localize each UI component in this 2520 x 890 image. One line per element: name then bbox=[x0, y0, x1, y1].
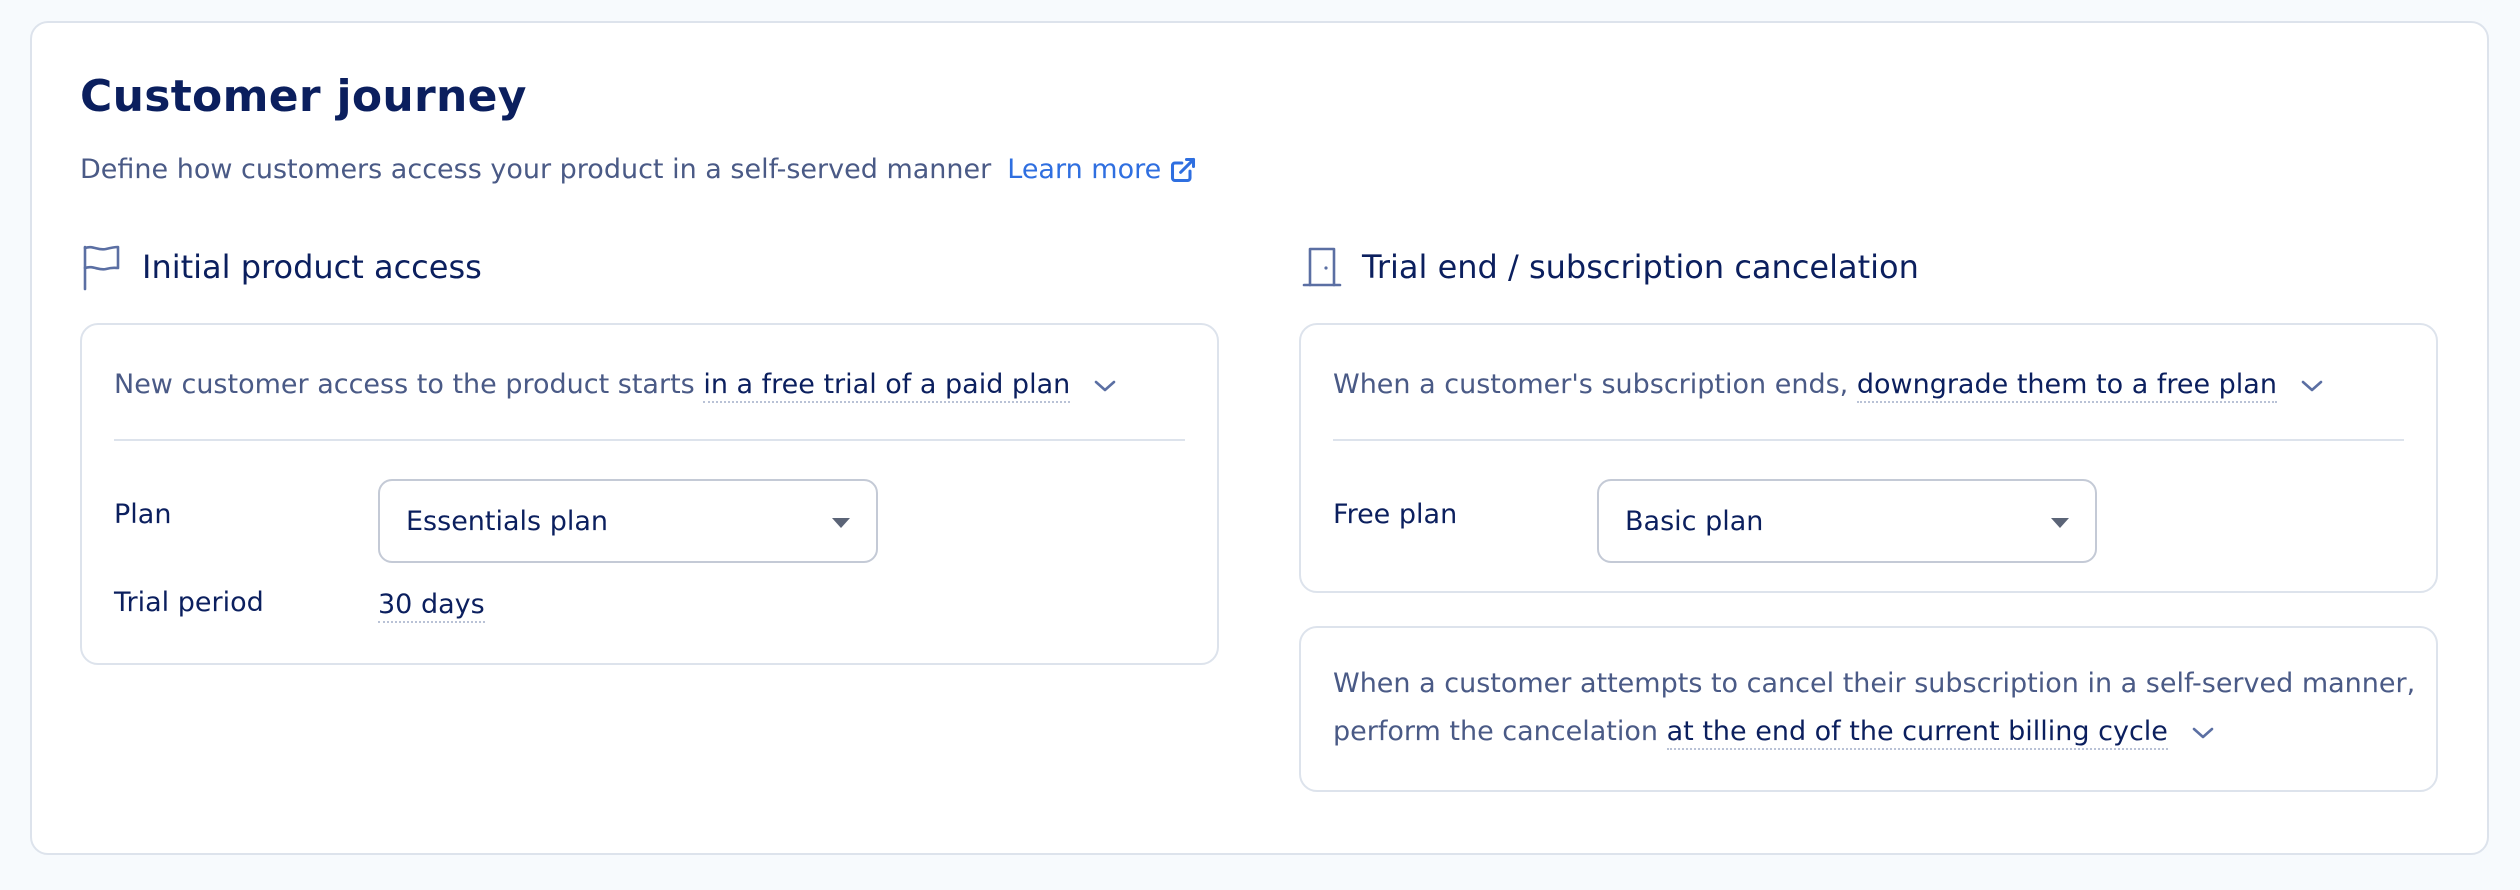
initial-access-heading: Initial product access bbox=[80, 243, 482, 291]
cancelation-choice-dropdown[interactable]: at the end of the current billing cycle bbox=[1666, 716, 2168, 750]
flag-icon bbox=[80, 243, 124, 291]
initial-access-prefix: New customer access to the product start… bbox=[114, 369, 695, 400]
trial-end-sentence: When a customer's subscription ends, dow… bbox=[1333, 361, 2324, 409]
cancelation-line-1: When a customer attempts to cancel their… bbox=[1333, 668, 2416, 699]
initial-access-title: Initial product access bbox=[142, 248, 482, 286]
initial-access-choice-dropdown[interactable]: in a free trial of a paid plan bbox=[703, 369, 1071, 403]
chevron-down-icon[interactable] bbox=[2191, 725, 2215, 741]
caret-down-icon bbox=[2051, 518, 2069, 528]
learn-more-label: Learn more bbox=[1007, 154, 1162, 185]
free-plan-select-value: Basic plan bbox=[1625, 505, 1764, 537]
trial-end-title: Trial end / subscription cancelation bbox=[1362, 248, 1919, 286]
initial-access-sentence: New customer access to the product start… bbox=[114, 361, 1117, 409]
external-link-icon bbox=[1171, 157, 1196, 182]
learn-more-link[interactable]: Learn more bbox=[1007, 154, 1197, 185]
page-subtitle: Define how customers access your product… bbox=[80, 154, 1197, 185]
chevron-down-icon[interactable] bbox=[2300, 378, 2324, 394]
page-title: Customer journey bbox=[80, 71, 527, 122]
initial-access-panel: New customer access to the product start… bbox=[80, 323, 1219, 665]
cancelation-prefix: perform the cancelation bbox=[1333, 716, 1659, 747]
trial-end-choice-dropdown[interactable]: downgrade them to a free plan bbox=[1856, 369, 2277, 403]
subtitle-text: Define how customers access your product… bbox=[80, 154, 992, 185]
cancelation-panel: When a customer attempts to cancel their… bbox=[1299, 626, 2438, 792]
cancelation-line-2: perform the cancelation at the end of th… bbox=[1333, 708, 2215, 756]
trial-period-value[interactable]: 30 days bbox=[378, 589, 485, 623]
chevron-down-icon[interactable] bbox=[1093, 378, 1117, 394]
caret-down-icon bbox=[832, 518, 850, 528]
free-plan-select[interactable]: Basic plan bbox=[1597, 479, 2097, 563]
divider bbox=[114, 439, 1185, 441]
trial-period-label: Trial period bbox=[114, 587, 264, 618]
divider bbox=[1333, 439, 2404, 441]
trial-end-panel: When a customer's subscription ends, dow… bbox=[1299, 323, 2438, 593]
trial-end-heading: Trial end / subscription cancelation bbox=[1300, 243, 1919, 291]
trial-end-prefix: When a customer's subscription ends, bbox=[1333, 369, 1849, 400]
customer-journey-card: Customer journey Define how customers ac… bbox=[30, 21, 2489, 855]
free-plan-label: Free plan bbox=[1333, 499, 1458, 530]
door-icon bbox=[1300, 243, 1344, 291]
plan-select[interactable]: Essentials plan bbox=[378, 479, 878, 563]
plan-label: Plan bbox=[114, 499, 172, 530]
plan-select-value: Essentials plan bbox=[406, 505, 608, 537]
